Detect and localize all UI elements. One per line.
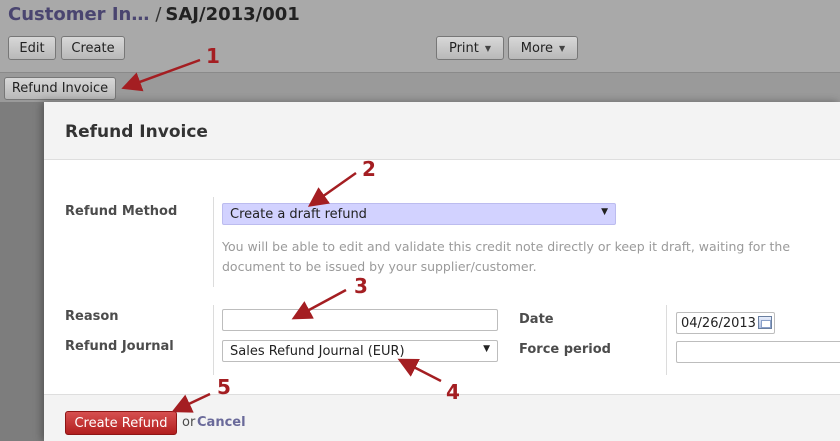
annotation-arrow-1: [121, 58, 201, 92]
annotation-arrow-2: [307, 171, 357, 207]
annotation-arrow-5: [171, 392, 211, 413]
annotation-arrows: [121, 58, 442, 413]
annotation-number-4: 4: [446, 380, 460, 404]
annotation-number-2: 2: [362, 157, 376, 181]
annotation-number-3: 3: [354, 274, 368, 298]
annotation-arrow-4: [397, 358, 442, 383]
annotation-number-5: 5: [217, 375, 231, 399]
annotation-arrow-3: [291, 288, 347, 320]
annotation-number-1: 1: [206, 44, 220, 68]
